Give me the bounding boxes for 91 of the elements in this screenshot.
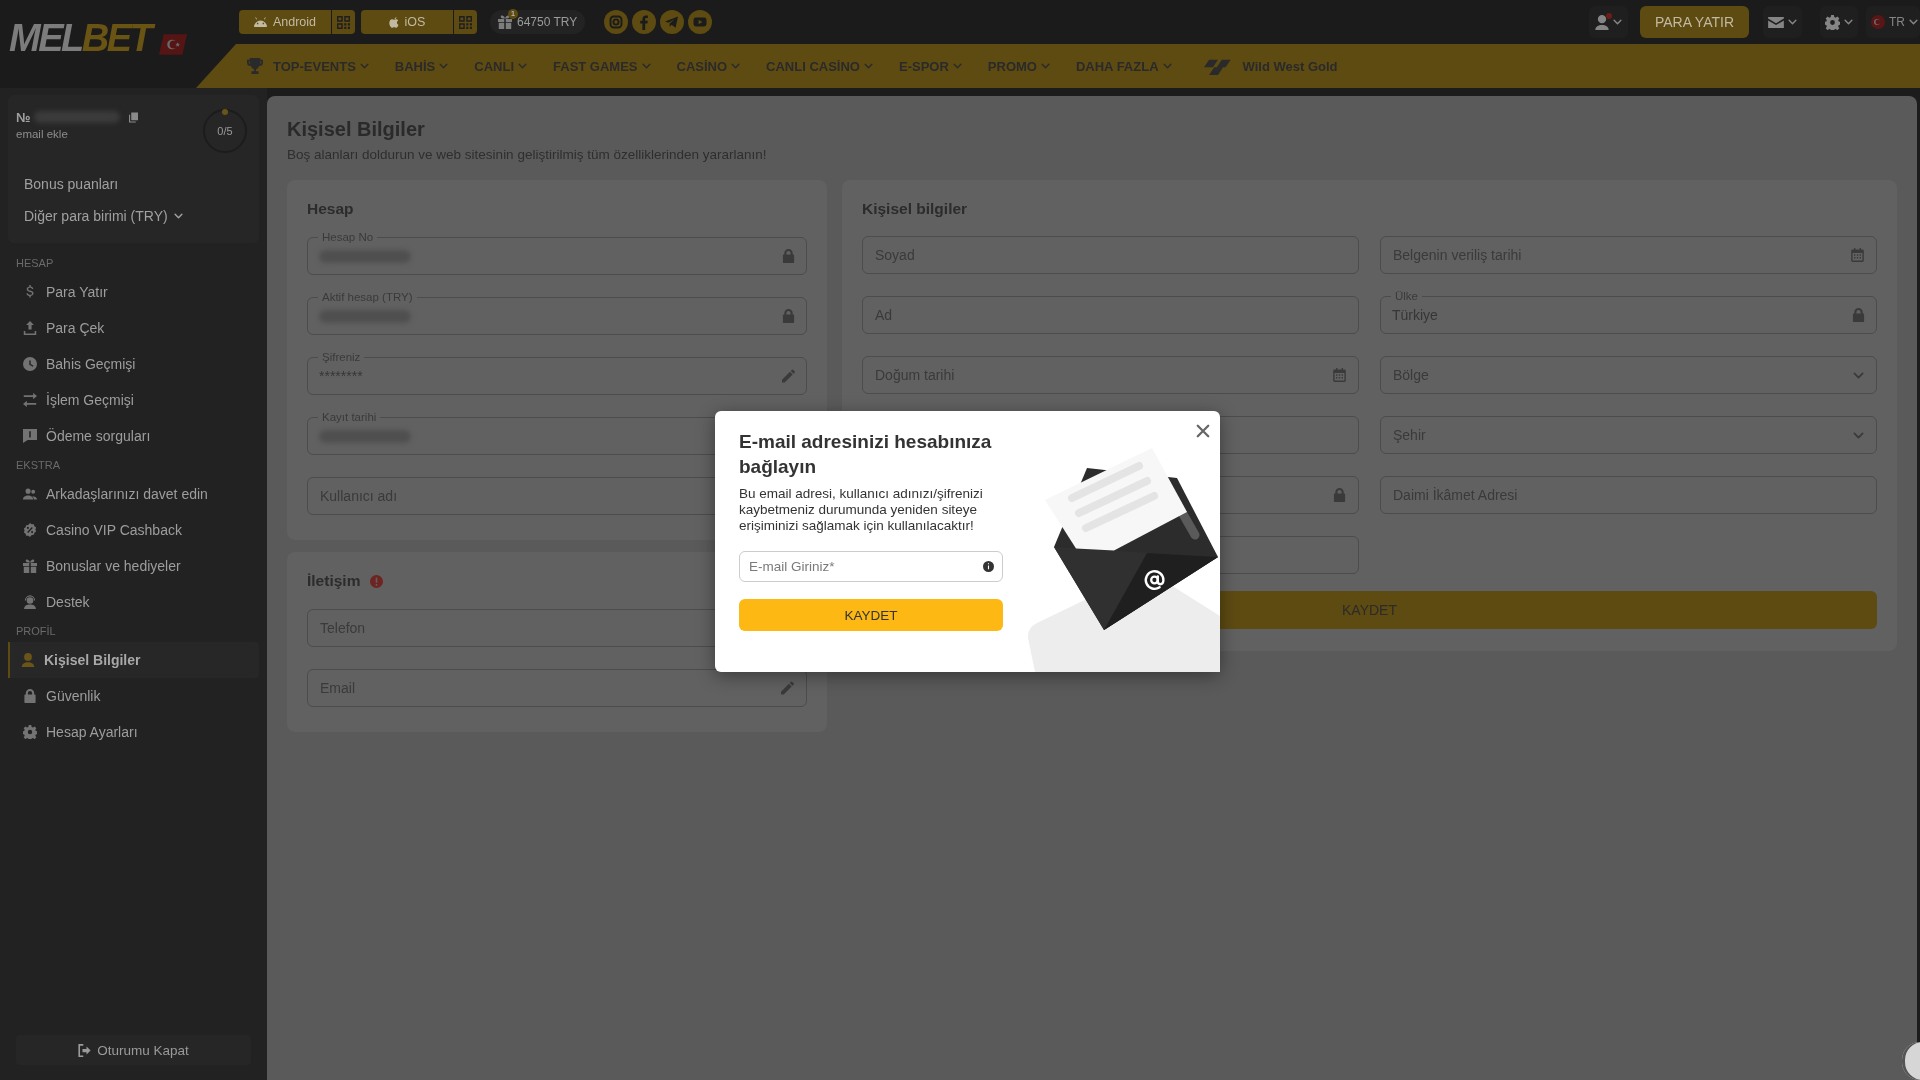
clock-icon (23, 357, 37, 371)
camera-icon[interactable] (604, 10, 629, 34)
upload-icon (23, 321, 37, 335)
logout-button[interactable]: Oturumu Kapat (16, 1035, 251, 1065)
settings-button[interactable] (1820, 6, 1858, 38)
chevron-down-icon (439, 63, 449, 69)
notification-badge: 1 (508, 9, 518, 19)
trophy-icon (247, 58, 263, 74)
chevron-down-icon (641, 63, 651, 69)
chevron-down-icon (952, 63, 962, 69)
info-icon (983, 561, 994, 572)
close-icon (1196, 424, 1210, 438)
qr-code-button[interactable] (332, 10, 355, 34)
sidebar-item[interactable]: İşlem Geçmişi (8, 382, 259, 418)
currency-dropdown[interactable]: Diğer para birimi (TRY) (16, 200, 183, 232)
chevron-down-icon (1844, 19, 1853, 25)
section-heading: HESAP (15, 256, 54, 271)
flag-icon (1871, 15, 1885, 29)
sidebar-item[interactable]: Kişisel Bilgiler (8, 642, 259, 678)
lock-icon (782, 309, 795, 323)
gear-icon (23, 725, 37, 739)
play-icon[interactable] (688, 10, 713, 34)
messages-button[interactable] (1763, 6, 1802, 38)
calendar-icon (1333, 368, 1346, 382)
f-letter-icon[interactable] (632, 10, 657, 34)
sidebar-item[interactable]: Güvenlik (8, 678, 259, 714)
gift-icon (498, 15, 512, 29)
chevron-down-icon (173, 213, 183, 219)
qr-code-icon (337, 15, 350, 29)
robot-head-icon (253, 17, 267, 27)
modal-title: E-mail adresinizi hesabınıza bağlayın (739, 430, 993, 479)
copy-icon[interactable] (128, 111, 138, 123)
paper-plane-icon[interactable] (660, 10, 685, 34)
sidebar-item[interactable]: Ödeme sorguları (8, 418, 259, 454)
chevron-down-icon (1909, 19, 1918, 25)
sidebar-item[interactable]: Arkadaşlarınızı davet edin (8, 476, 259, 512)
chevron-down-icon (1853, 431, 1864, 439)
profile-button[interactable] (1588, 6, 1628, 38)
sidebar-item[interactable]: Destek (8, 584, 259, 620)
deposit-button[interactable]: PARA YATIR (1639, 6, 1749, 38)
calendar-icon (1851, 248, 1864, 262)
envelope-icon (1768, 16, 1784, 28)
sidebar-item[interactable]: Bahis Geçmişi (8, 346, 259, 382)
progress-count: 0/5 (217, 125, 233, 137)
language-button[interactable]: TR (1866, 6, 1920, 38)
account-number-label: № (16, 109, 31, 125)
lock-icon (1852, 308, 1865, 322)
user-icon (1594, 14, 1609, 30)
people-icon (23, 487, 37, 501)
gift-icon (23, 559, 37, 573)
lock-icon (1333, 488, 1346, 502)
logout-icon (78, 1043, 92, 1057)
ingots-icon (1203, 57, 1232, 75)
input-field[interactable]: E-mail Giriniz* (739, 551, 1003, 582)
settings-icon (1825, 14, 1840, 30)
sidebar-item[interactable]: Para Yatır (8, 274, 259, 310)
headset-person-icon (23, 595, 37, 609)
chevron-down-icon (518, 63, 527, 69)
qr-code-icon (459, 15, 472, 29)
chevron-down-icon (1612, 19, 1622, 25)
lock-icon (782, 249, 795, 263)
percent-badge-icon (23, 523, 37, 537)
chevron-down-icon (1788, 19, 1797, 25)
chevron-down-icon (359, 63, 369, 69)
sidebar-item[interactable]: Hesap Ayarları (8, 714, 259, 750)
sidebar-item[interactable]: Casino VIP Cashback (8, 512, 259, 548)
apple-icon (388, 16, 399, 28)
swap-arrows-icon (23, 393, 37, 407)
add-email-link[interactable]: email ekle (16, 128, 138, 140)
app-download-button[interactable]: Android (239, 10, 331, 34)
save-button[interactable]: KAYDET (739, 599, 1003, 631)
person-icon (21, 653, 35, 667)
app-download-button[interactable]: iOS (361, 10, 453, 34)
bonus-points-link[interactable]: Bonus puanları (16, 168, 119, 200)
speech-bubble-icon (23, 429, 37, 443)
chevron-down-icon (731, 63, 741, 69)
flag-icon (159, 33, 188, 55)
section-heading: EKSTRA (15, 458, 60, 473)
at-sign-icon (1144, 570, 1165, 591)
close-button[interactable] (1195, 423, 1211, 439)
sidebar-item[interactable]: Para Çek (8, 310, 259, 346)
section-heading: PROFİL (15, 624, 56, 639)
sidebar-item[interactable]: Bonuslar ve hediyeler (8, 548, 259, 584)
chevron-down-icon (864, 63, 873, 69)
chevron-down-icon (1162, 63, 1172, 69)
pencil-icon[interactable] (782, 369, 795, 383)
pencil-icon[interactable] (781, 681, 794, 695)
chevron-down-icon (1853, 371, 1864, 379)
qr-code-button[interactable] (454, 10, 477, 34)
chevron-down-icon (1040, 63, 1050, 69)
lock-icon (23, 689, 37, 703)
